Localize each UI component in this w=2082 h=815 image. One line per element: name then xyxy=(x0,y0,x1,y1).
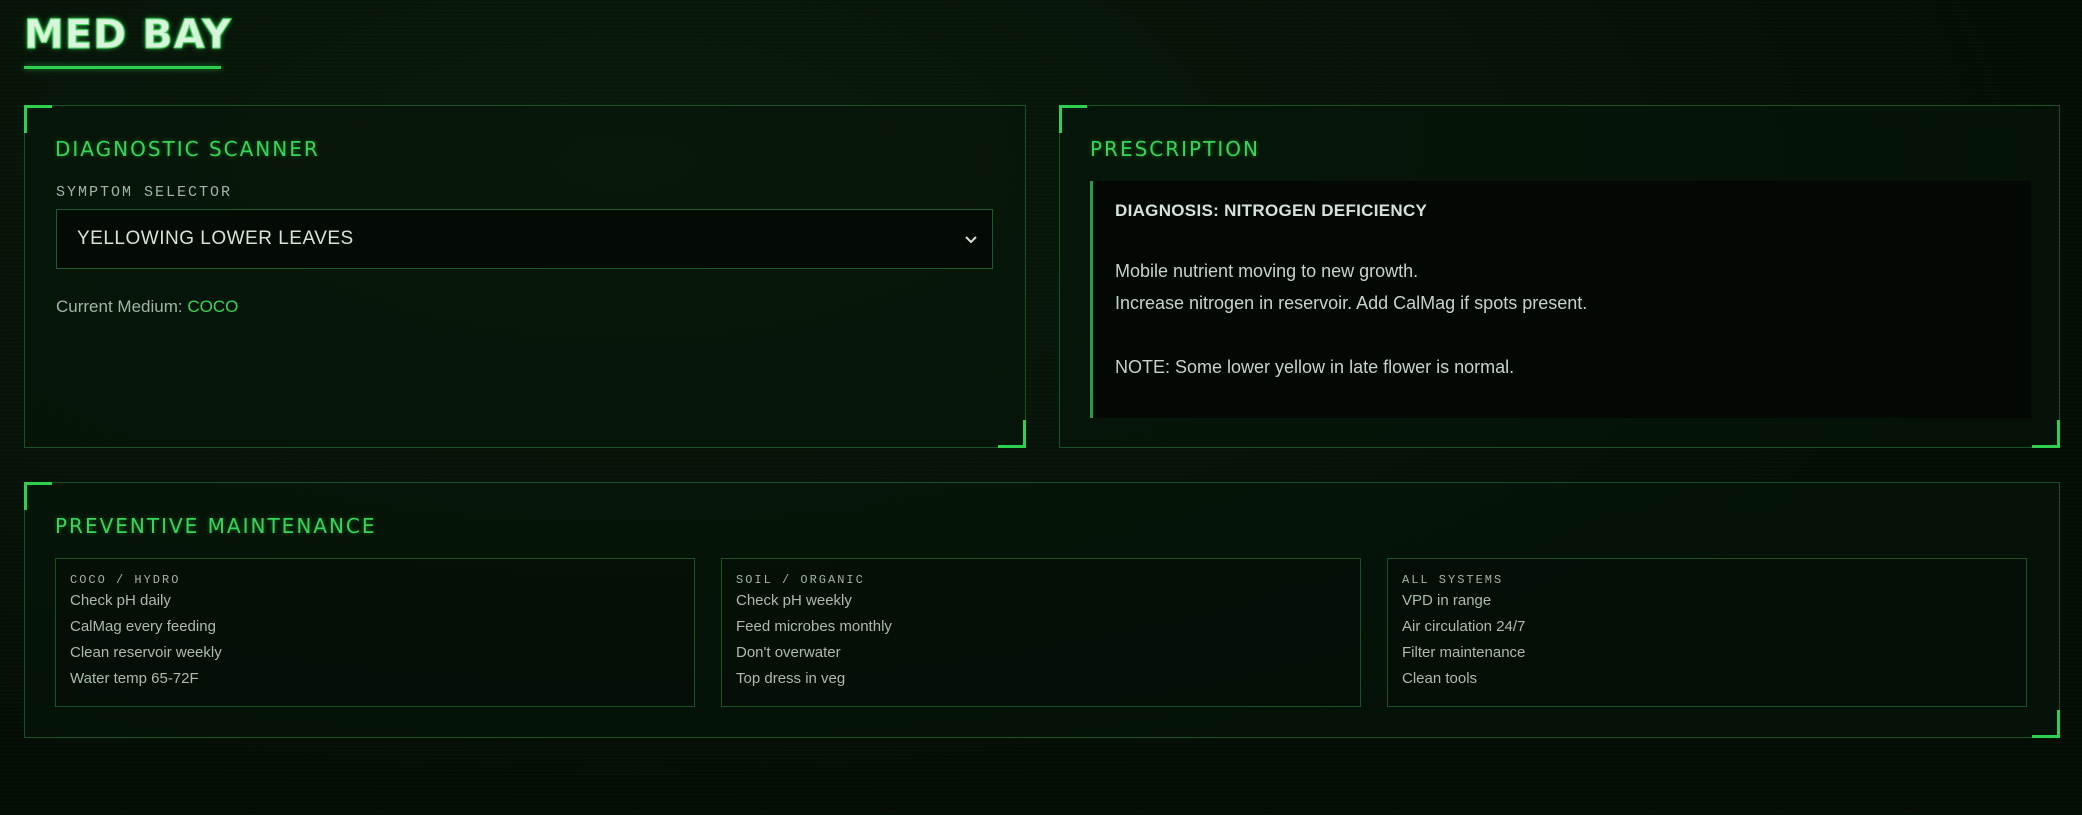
symptom-select-value: YELLOWING LOWER LEAVES xyxy=(77,228,354,249)
list-item: Check pH weekly xyxy=(736,592,852,609)
prescription-output: DIAGNOSIS: NITROGEN DEFICIENCY Mobile nu… xyxy=(1090,181,2031,418)
current-medium-label: Current Medium: xyxy=(56,297,188,316)
prescription-panel: PRESCRIPTION DIAGNOSIS: NITROGEN DEFICIE… xyxy=(1059,105,2060,448)
prescription-note: NOTE: Some lower yellow in late flower i… xyxy=(1115,357,1515,377)
list-item: Feed microbes monthly xyxy=(736,618,892,635)
title-underline xyxy=(24,66,221,69)
symptom-selector-label: SYMPTOM SELECTOR xyxy=(56,184,233,201)
column-title: ALL SYSTEMS xyxy=(1402,573,1504,587)
list-item: Air circulation 24/7 xyxy=(1402,618,1526,635)
panel-title: DIAGNOSTIC SCANNER xyxy=(55,137,320,161)
diagnosis-heading: DIAGNOSIS: NITROGEN DEFICIENCY xyxy=(1115,201,1428,220)
preventive-maintenance-panel: PREVENTIVE MAINTENANCE COCO / HYDRO Chec… xyxy=(24,482,2060,738)
page-title: MED BAY xyxy=(24,12,232,59)
maintenance-column-all-systems: ALL SYSTEMS VPD in range Air circulation… xyxy=(1387,558,2027,707)
current-medium: Current Medium: COCO xyxy=(56,297,238,317)
list-item: VPD in range xyxy=(1402,592,1492,609)
corner-bracket-top-left xyxy=(1059,105,1087,133)
list-item: Top dress in veg xyxy=(736,670,846,687)
list-item: Check pH daily xyxy=(70,592,171,609)
column-title: SOIL / ORGANIC xyxy=(736,573,865,587)
list-item: Filter maintenance xyxy=(1402,644,1526,661)
current-medium-value: COCO xyxy=(187,297,239,316)
list-item: Clean reservoir weekly xyxy=(70,644,222,661)
prescription-line: Mobile nutrient moving to new growth. xyxy=(1115,261,1419,281)
corner-bracket-top-left xyxy=(24,105,52,133)
list-item: CalMag every feeding xyxy=(70,618,216,635)
corner-bracket-bottom-right xyxy=(2032,420,2060,448)
symptom-select[interactable]: YELLOWING LOWER LEAVES xyxy=(56,209,993,269)
panel-title: PRESCRIPTION xyxy=(1090,137,1260,161)
list-item: Clean tools xyxy=(1402,670,1478,687)
corner-bracket-bottom-right xyxy=(998,420,1026,448)
chevron-down-icon xyxy=(965,236,977,244)
maintenance-column-soil-organic: SOIL / ORGANIC Check pH weekly Feed micr… xyxy=(721,558,1361,707)
column-title: COCO / HYDRO xyxy=(70,573,181,587)
panel-title: PREVENTIVE MAINTENANCE xyxy=(55,514,377,538)
list-item: Don't overwater xyxy=(736,644,841,661)
corner-bracket-bottom-right xyxy=(2032,710,2060,738)
diagnostic-scanner-panel: DIAGNOSTIC SCANNER SYMPTOM SELECTOR YELL… xyxy=(24,105,1026,448)
prescription-line: Increase nitrogen in reservoir. Add CalM… xyxy=(1115,293,1588,313)
corner-bracket-top-left xyxy=(24,482,52,510)
list-item: Water temp 65-72F xyxy=(70,670,199,687)
maintenance-column-coco-hydro: COCO / HYDRO Check pH daily CalMag every… xyxy=(55,558,695,707)
